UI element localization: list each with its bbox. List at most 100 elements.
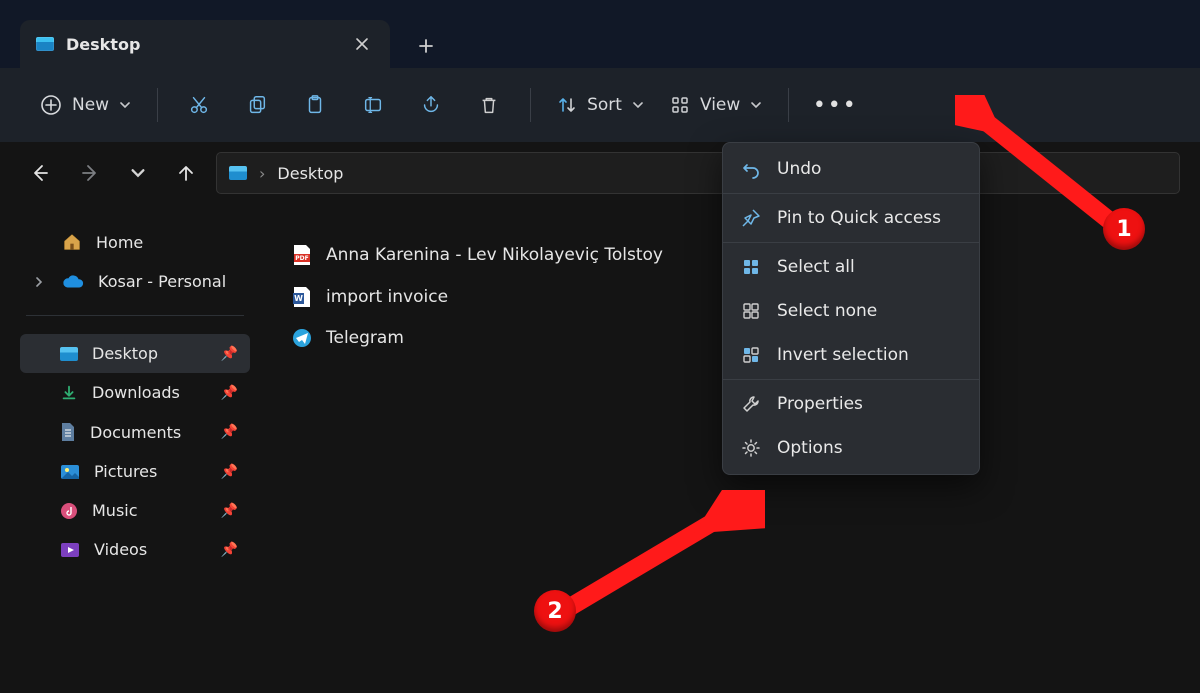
toolbar-separator xyxy=(788,88,789,122)
sort-icon xyxy=(557,95,577,115)
share-icon xyxy=(420,94,442,116)
overflow-menu-button[interactable]: ••• xyxy=(815,85,855,125)
sidebar-label: Downloads xyxy=(92,383,180,402)
sidebar-item-music[interactable]: Music 📌 xyxy=(20,491,250,530)
new-label: New xyxy=(72,95,109,115)
nav-row: › Desktop xyxy=(0,142,1200,204)
pin-icon: 📌 xyxy=(221,385,238,401)
menu-item-select-none[interactable]: Select none xyxy=(723,289,979,333)
rename-button[interactable] xyxy=(358,90,388,120)
sidebar-label: Documents xyxy=(90,423,181,442)
menu-label: Properties xyxy=(777,394,863,414)
sort-button[interactable]: Sort xyxy=(557,95,644,115)
sidebar-label: Home xyxy=(96,233,143,252)
ellipsis-icon: ••• xyxy=(813,93,858,118)
recent-button[interactable] xyxy=(130,165,146,181)
arrow-right-icon xyxy=(80,163,100,183)
desktop-icon xyxy=(36,37,54,51)
arrow-up-icon xyxy=(176,163,196,183)
menu-separator xyxy=(723,379,979,380)
sidebar-label: Desktop xyxy=(92,344,158,363)
cut-button[interactable] xyxy=(184,90,214,120)
menu-item-pin-quick-access[interactable]: Pin to Quick access xyxy=(723,196,979,240)
svg-text:PDF: PDF xyxy=(295,255,308,262)
scissors-icon xyxy=(188,94,210,116)
tab-desktop[interactable]: Desktop xyxy=(20,20,390,68)
file-name: Telegram xyxy=(326,328,404,348)
copy-button[interactable] xyxy=(242,90,272,120)
download-icon xyxy=(60,384,78,402)
trash-icon xyxy=(478,94,500,116)
sidebar-item-desktop[interactable]: Desktop 📌 xyxy=(20,334,250,373)
tab-label: Desktop xyxy=(66,35,336,54)
sidebar: Home Kosar - Personal Desktop 📌 Download… xyxy=(0,204,260,693)
sidebar-label: Pictures xyxy=(94,462,157,481)
overflow-menu: Undo Pin to Quick access Select all Sele… xyxy=(722,142,980,475)
close-icon xyxy=(355,37,369,51)
clipboard-group xyxy=(184,90,504,120)
menu-label: Undo xyxy=(777,159,821,179)
pin-icon: 📌 xyxy=(221,542,238,558)
invert-selection-icon xyxy=(741,345,761,365)
main-area: Home Kosar - Personal Desktop 📌 Download… xyxy=(0,204,1200,693)
file-name: Anna Karenina - Lev Nikolayeviç Tolstoy xyxy=(326,245,663,265)
sidebar-label: Music xyxy=(92,501,138,520)
forward-button[interactable] xyxy=(80,163,100,183)
pin-icon: 📌 xyxy=(221,346,238,362)
svg-text:W: W xyxy=(294,294,303,303)
toolbar-separator xyxy=(530,88,531,122)
sidebar-label: Kosar - Personal xyxy=(98,272,226,291)
home-icon xyxy=(62,232,82,252)
sidebar-item-videos[interactable]: Videos 📌 xyxy=(20,530,250,569)
sidebar-item-home[interactable]: Home xyxy=(20,222,250,262)
chevron-right-icon xyxy=(34,277,48,287)
pin-icon: 📌 xyxy=(221,503,238,519)
menu-separator xyxy=(723,193,979,194)
chevron-down-icon xyxy=(119,99,131,111)
sidebar-item-downloads[interactable]: Downloads 📌 xyxy=(20,373,250,412)
pdf-file-icon: PDF xyxy=(292,244,312,266)
paste-button[interactable] xyxy=(300,90,330,120)
back-button[interactable] xyxy=(30,163,50,183)
word-file-icon: W xyxy=(292,286,312,308)
sidebar-item-onedrive[interactable]: Kosar - Personal xyxy=(20,262,250,301)
music-icon xyxy=(60,502,78,520)
sidebar-item-pictures[interactable]: Pictures 📌 xyxy=(20,452,250,491)
select-none-icon xyxy=(741,301,761,321)
breadcrumb-current[interactable]: Desktop xyxy=(277,164,343,183)
desktop-icon xyxy=(60,347,78,361)
clipboard-icon xyxy=(304,94,326,116)
new-button[interactable]: New xyxy=(40,94,131,116)
menu-separator xyxy=(723,242,979,243)
menu-label: Pin to Quick access xyxy=(777,208,941,228)
arrow-left-icon xyxy=(30,163,50,183)
sidebar-item-documents[interactable]: Documents 📌 xyxy=(20,412,250,452)
address-bar[interactable]: › Desktop xyxy=(216,152,1180,194)
menu-label: Select none xyxy=(777,301,877,321)
menu-item-properties[interactable]: Properties xyxy=(723,382,979,426)
chevron-down-icon xyxy=(750,99,762,111)
sort-label: Sort xyxy=(587,95,622,115)
pin-icon xyxy=(741,208,761,228)
sidebar-divider xyxy=(26,315,244,316)
up-button[interactable] xyxy=(176,163,196,183)
new-tab-button[interactable] xyxy=(404,24,448,68)
desktop-icon xyxy=(229,166,247,180)
pin-icon: 📌 xyxy=(221,424,238,440)
view-label: View xyxy=(700,95,740,115)
menu-item-invert-selection[interactable]: Invert selection xyxy=(723,333,979,377)
menu-item-undo[interactable]: Undo xyxy=(723,147,979,191)
close-tab-button[interactable] xyxy=(348,30,376,58)
delete-button[interactable] xyxy=(474,90,504,120)
menu-item-select-all[interactable]: Select all xyxy=(723,245,979,289)
pictures-icon xyxy=(60,464,80,480)
toolbar: New Sort View ••• xyxy=(0,68,1200,142)
share-button[interactable] xyxy=(416,90,446,120)
menu-item-options[interactable]: Options xyxy=(723,426,979,470)
menu-label: Options xyxy=(777,438,843,458)
view-button[interactable]: View xyxy=(670,95,762,115)
sidebar-label: Videos xyxy=(94,540,147,559)
pin-icon: 📌 xyxy=(221,464,238,480)
title-bar: Desktop xyxy=(0,0,1200,68)
chevron-down-icon xyxy=(632,99,644,111)
